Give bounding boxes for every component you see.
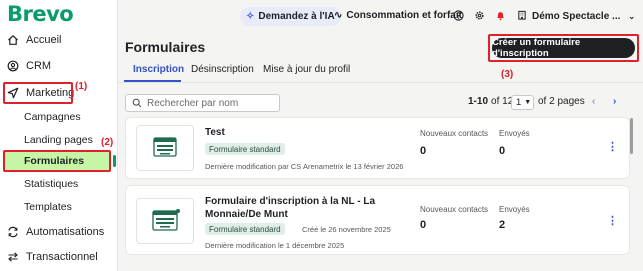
account-menu[interactable]: Démo Spectacle ... ⌄ <box>517 10 635 23</box>
next-page-button[interactable]: › <box>613 96 616 107</box>
account-label: Démo Spectacle ... <box>532 11 621 22</box>
new-contacts-label: Nouveaux contacts <box>420 205 489 214</box>
sidebar-item-transactionnel[interactable]: Transactionnel <box>7 247 98 267</box>
more-options-icon[interactable]: ⋮ <box>607 216 618 227</box>
form-title[interactable]: Test <box>205 126 225 139</box>
sidebar: Brevo Accueil CRM Marketing (1) Campagne… <box>0 0 118 271</box>
transfer-icon <box>7 251 19 263</box>
pagination-total: of 2 pages <box>538 96 585 107</box>
help-icon[interactable] <box>453 10 464 21</box>
new-contacts-label: Nouveaux contacts <box>420 129 489 138</box>
automation-icon <box>7 226 19 238</box>
consumption-label: Consommation et forfait <box>346 10 462 21</box>
consumption-link[interactable]: ∿ Consommation et forfait <box>334 10 462 21</box>
annotation-label-1: (1) <box>75 81 88 92</box>
page-select[interactable]: 1 ▼ <box>511 95 534 110</box>
form-created: Créé le 26 novembre 2025 <box>302 225 391 234</box>
tab-inscription[interactable]: Inscription <box>133 64 184 75</box>
sent-label: Envoyés <box>499 129 530 138</box>
pagination-range-value: 1-10 <box>468 96 489 107</box>
sidebar-item-crm[interactable]: CRM <box>7 56 51 76</box>
sidebar-subitem-formulaires[interactable]: Formulaires <box>3 150 111 172</box>
tab-mise-a-jour-profil[interactable]: Mise à jour du profil <box>263 64 350 75</box>
brevo-logo[interactable]: Brevo <box>7 2 74 26</box>
new-contacts-value: 0 <box>420 145 427 157</box>
form-type-badge: Formulaire standard <box>205 143 285 155</box>
sidebar-item-label: Automatisations <box>26 226 105 238</box>
form-modified: Dernière modification par CS Arenametrix… <box>205 162 404 171</box>
search-input[interactable]: Rechercher par nom <box>125 94 280 112</box>
home-icon <box>7 34 19 46</box>
form-thumbnail <box>136 198 194 244</box>
pulse-icon: ∿ <box>334 10 343 21</box>
prev-page-button[interactable]: ‹ <box>592 96 595 107</box>
sent-value: 0 <box>499 145 506 157</box>
tabs-divider <box>118 82 643 83</box>
sidebar-subitem-campagnes[interactable]: Campagnes <box>24 108 81 126</box>
form-card[interactable]: Formulaire d'inscription à la NL - La Mo… <box>125 185 630 255</box>
scrollbar[interactable] <box>630 118 633 154</box>
search-icon <box>132 98 142 108</box>
sidebar-subitem-templates[interactable]: Templates <box>24 198 72 216</box>
annotation-box-marketing <box>3 82 73 104</box>
sent-label: Envoyés <box>499 205 530 214</box>
pagination-of-count: of 12 <box>491 96 514 107</box>
building-icon <box>517 10 527 23</box>
sparkle-icon: ✧ <box>246 11 255 22</box>
contacts-icon <box>7 60 19 72</box>
settings-icon[interactable] <box>474 10 485 21</box>
new-contacts-value: 0 <box>420 219 427 231</box>
sidebar-item-label: Accueil <box>26 34 62 46</box>
more-options-icon[interactable]: ⋮ <box>607 142 618 153</box>
sidebar-item-label: Transactionnel <box>26 251 98 263</box>
chevron-down-icon: ⌄ <box>628 12 636 21</box>
sidebar-item-accueil[interactable]: Accueil <box>7 30 61 50</box>
sidebar-item-automatisations[interactable]: Automatisations <box>7 222 104 242</box>
form-card[interactable]: Test Formulaire standard Dernière modifi… <box>125 117 630 179</box>
page-title: Formulaires <box>125 39 206 55</box>
sidebar-subitem-landing-pages[interactable]: Landing pages <box>24 131 93 149</box>
page-select-value: 1 <box>516 97 522 108</box>
sent-value: 2 <box>499 219 506 231</box>
ask-ai-button[interactable]: ✧ Demandez à l'IA <box>240 7 341 26</box>
sidebar-subitem-statistiques[interactable]: Statistiques <box>24 175 78 193</box>
active-indicator <box>113 155 116 167</box>
form-type-badge: Formulaire standard <box>205 223 285 235</box>
form-title[interactable]: Formulaire d'inscription à la NL - La Mo… <box>205 195 395 221</box>
form-modified: Dernière modification le 1 décembre 2025 <box>205 241 345 250</box>
sidebar-item-label: CRM <box>26 60 52 72</box>
form-thumbnail <box>136 125 194 171</box>
bell-icon[interactable] <box>495 10 506 21</box>
search-placeholder: Rechercher par nom <box>147 97 239 109</box>
create-form-button[interactable]: Créer un formulaire d'inscription <box>492 37 635 59</box>
tab-desinscription[interactable]: Désinscription <box>191 64 254 75</box>
annotation-label-2: (2) <box>101 137 114 148</box>
pagination-range: 1-10 of 12 <box>468 96 513 107</box>
chevron-down-icon: ▼ <box>524 99 532 106</box>
ask-ai-label: Demandez à l'IA <box>258 11 335 22</box>
annotation-label-3: (3) <box>501 69 514 80</box>
